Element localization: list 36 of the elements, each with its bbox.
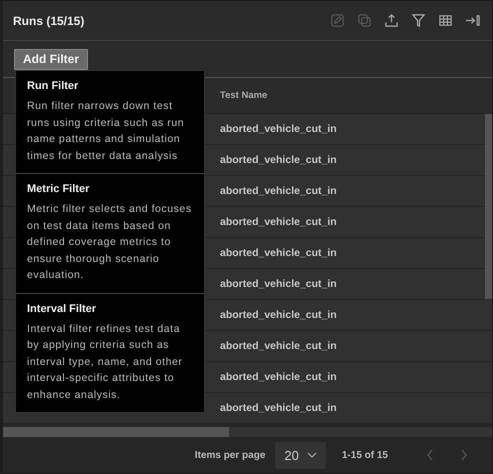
items-per-page-label: Items per page <box>194 450 266 460</box>
menu-item-description: Metric filter selects and focuses on test data items based on defined coverage metrics to ensure thorough scenario evaluation. <box>27 202 193 283</box>
page-size-select[interactable]: 20 <box>275 442 326 468</box>
copy-icon[interactable] <box>357 13 372 28</box>
table-cell: aborted_vehicle_cut_in <box>220 123 337 135</box>
horizontal-scrollbar[interactable] <box>3 427 492 437</box>
edit-icon[interactable] <box>330 13 345 28</box>
table-cell: aborted_vehicle_cut_in <box>220 402 337 414</box>
filter-icon[interactable] <box>411 13 426 28</box>
table-cell: aborted_vehicle_cut_in <box>220 309 337 321</box>
page-range: 1-15 of 15 <box>342 450 388 460</box>
table-cell: aborted_vehicle_cut_in <box>220 154 337 166</box>
filter-menu-item[interactable]: Run Filter Run filter narrows down test runs using criteria such as run name patterns and simulation times for better data analysis <box>16 71 204 174</box>
add-filter-button[interactable]: Add Filter <box>14 48 88 70</box>
upload-icon[interactable] <box>384 13 399 28</box>
vertical-scrollbar[interactable] <box>485 114 492 299</box>
table-cell: aborted_vehicle_cut_in <box>220 216 337 228</box>
menu-item-description: Interval filter refines test data by applying criteria such as interval type, name, and other interval-specific attributes to enhance analysis. <box>27 322 184 402</box>
menu-item-title: Metric Filter <box>27 183 90 195</box>
menu-item-title: Run Filter <box>27 80 80 92</box>
filter-menu-item[interactable]: Metric Filter Metric filter selects and focuses on test data items based on defined coverage metrics to ensure thorough scenario evaluation. <box>16 174 204 294</box>
previous-page-icon[interactable] <box>426 449 434 461</box>
collapse-icon[interactable] <box>465 13 480 28</box>
table-cell: aborted_vehicle_cut_in <box>220 340 337 352</box>
column-header[interactable]: Test Name <box>220 90 268 101</box>
table-cell: aborted_vehicle_cut_in <box>220 278 337 290</box>
table-cell: aborted_vehicle_cut_in <box>220 247 337 259</box>
menu-item-title: Interval Filter <box>27 302 98 314</box>
chevron-down-icon <box>306 452 317 458</box>
next-page-icon[interactable] <box>460 449 468 461</box>
table-cell: aborted_vehicle_cut_in <box>220 371 337 383</box>
table-icon[interactable] <box>438 13 453 28</box>
panel-title: Runs (15/15) <box>13 14 84 28</box>
menu-item-description: Run filter narrows down test runs using criteria such as run name patterns and simulation times for better data analysis <box>27 99 186 164</box>
filter-menu-item[interactable]: Interval Filter Interval filter refines test data by applying criteria such as interval type, name, and other interval-specific attributes to enhance analysis. <box>16 294 204 412</box>
table-cell: aborted_vehicle_cut_in <box>220 185 337 197</box>
